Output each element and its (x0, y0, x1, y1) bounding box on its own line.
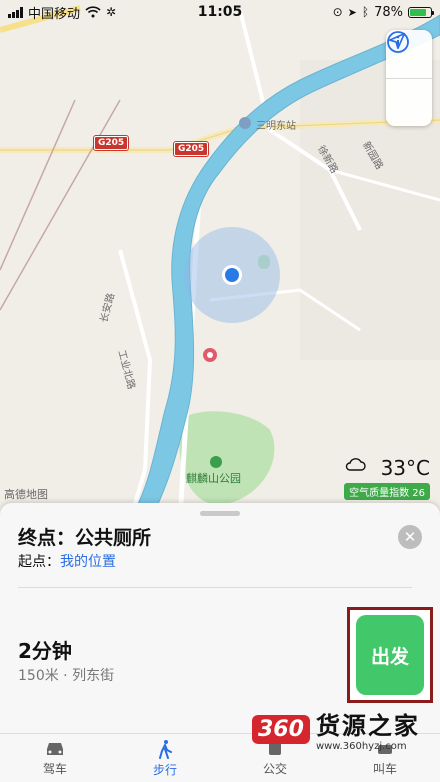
map-label-park: 麒麟山公园 (186, 472, 241, 485)
sheet-grabber[interactable] (200, 511, 240, 516)
battery-percent: 78% (374, 4, 403, 20)
watermark-url: www.360hyzj.com (315, 741, 407, 752)
walk-icon (159, 739, 172, 759)
maps-screen: 三明东站 G205 G205 徐新路 新园路 长安路 工业北路 麒麟山公园 高德… (0, 0, 440, 782)
route-sheet: 终点：公共厕所 起点：我的位置 ✕ 2分钟 150米 · 列东街 出发 (0, 503, 440, 733)
close-button[interactable]: ✕ (398, 525, 422, 549)
aqi-badge: 空气质量指数 26 (344, 483, 430, 500)
route-duration: 2分钟 (18, 639, 72, 663)
origin-line: 起点：我的位置 (18, 551, 116, 571)
status-right: ⊙ ➤ ᛒ 78% (332, 4, 434, 20)
map-canvas (0, 0, 440, 520)
status-left: 中国移动 ✲ (8, 3, 116, 22)
car-icon (47, 742, 63, 755)
weather-widget: 33°C 空气质量指数 26 (344, 456, 430, 500)
rotation-lock-icon: ⊙ (332, 5, 343, 19)
map-provider-logo: 高德地图 (4, 488, 48, 501)
go-button[interactable]: 出发 (356, 615, 424, 695)
location-dot (225, 268, 239, 282)
status-bar: 中国移动 ✲ 11:05 ⊙ ➤ ᛒ 78% (0, 0, 440, 24)
carrier-name: 中国移动 (28, 6, 81, 22)
destination-title: 终点：公共厕所 (18, 527, 152, 549)
watermark-badge: 360 (252, 714, 310, 744)
watermark: 360 货源之家 www.360hyzj.com (252, 706, 420, 752)
signal-icon (8, 6, 23, 18)
watermark-title: 货源之家 (315, 712, 420, 740)
tab-walk[interactable]: 步行 (110, 734, 220, 782)
tab-label-transit: 公交 (262, 761, 287, 776)
tab-label-walk: 步行 (152, 762, 177, 777)
origin-prefix: 起点： (18, 554, 60, 570)
location-arrow-icon[interactable] (386, 32, 432, 127)
map-controls (386, 30, 432, 126)
origin-link[interactable]: 我的位置 (60, 554, 116, 570)
cloud-icon (345, 458, 366, 471)
wifi-icon (85, 6, 101, 18)
tab-label-drive: 驾车 (42, 761, 67, 776)
watermark-text: 货源之家 www.360hyzj.com (316, 706, 420, 752)
tab-drive[interactable]: 驾车 (0, 734, 110, 782)
status-time: 11:05 (197, 4, 243, 20)
tab-label-ride: 叫车 (372, 761, 397, 776)
road-sign-g205-a: G205 (94, 136, 129, 150)
road-sign-g205-b: G205 (174, 142, 209, 156)
map-label-station: 三明东站 (256, 121, 296, 132)
route-details: 150米 · 列东街 (18, 668, 115, 684)
temperature-value: 33°C (380, 456, 430, 480)
weather-temperature: 33°C (344, 456, 430, 480)
location-service-icon: ➤ (347, 5, 357, 19)
battery-icon (408, 6, 434, 18)
map-view[interactable]: 三明东站 G205 G205 徐新路 新园路 长安路 工业北路 麒麟山公园 高德… (0, 0, 440, 520)
divider (18, 587, 412, 588)
loading-icon: ✲ (106, 5, 117, 19)
close-icon: ✕ (403, 528, 417, 546)
bluetooth-icon: ᛒ (361, 5, 370, 19)
battery-fill (410, 8, 426, 16)
